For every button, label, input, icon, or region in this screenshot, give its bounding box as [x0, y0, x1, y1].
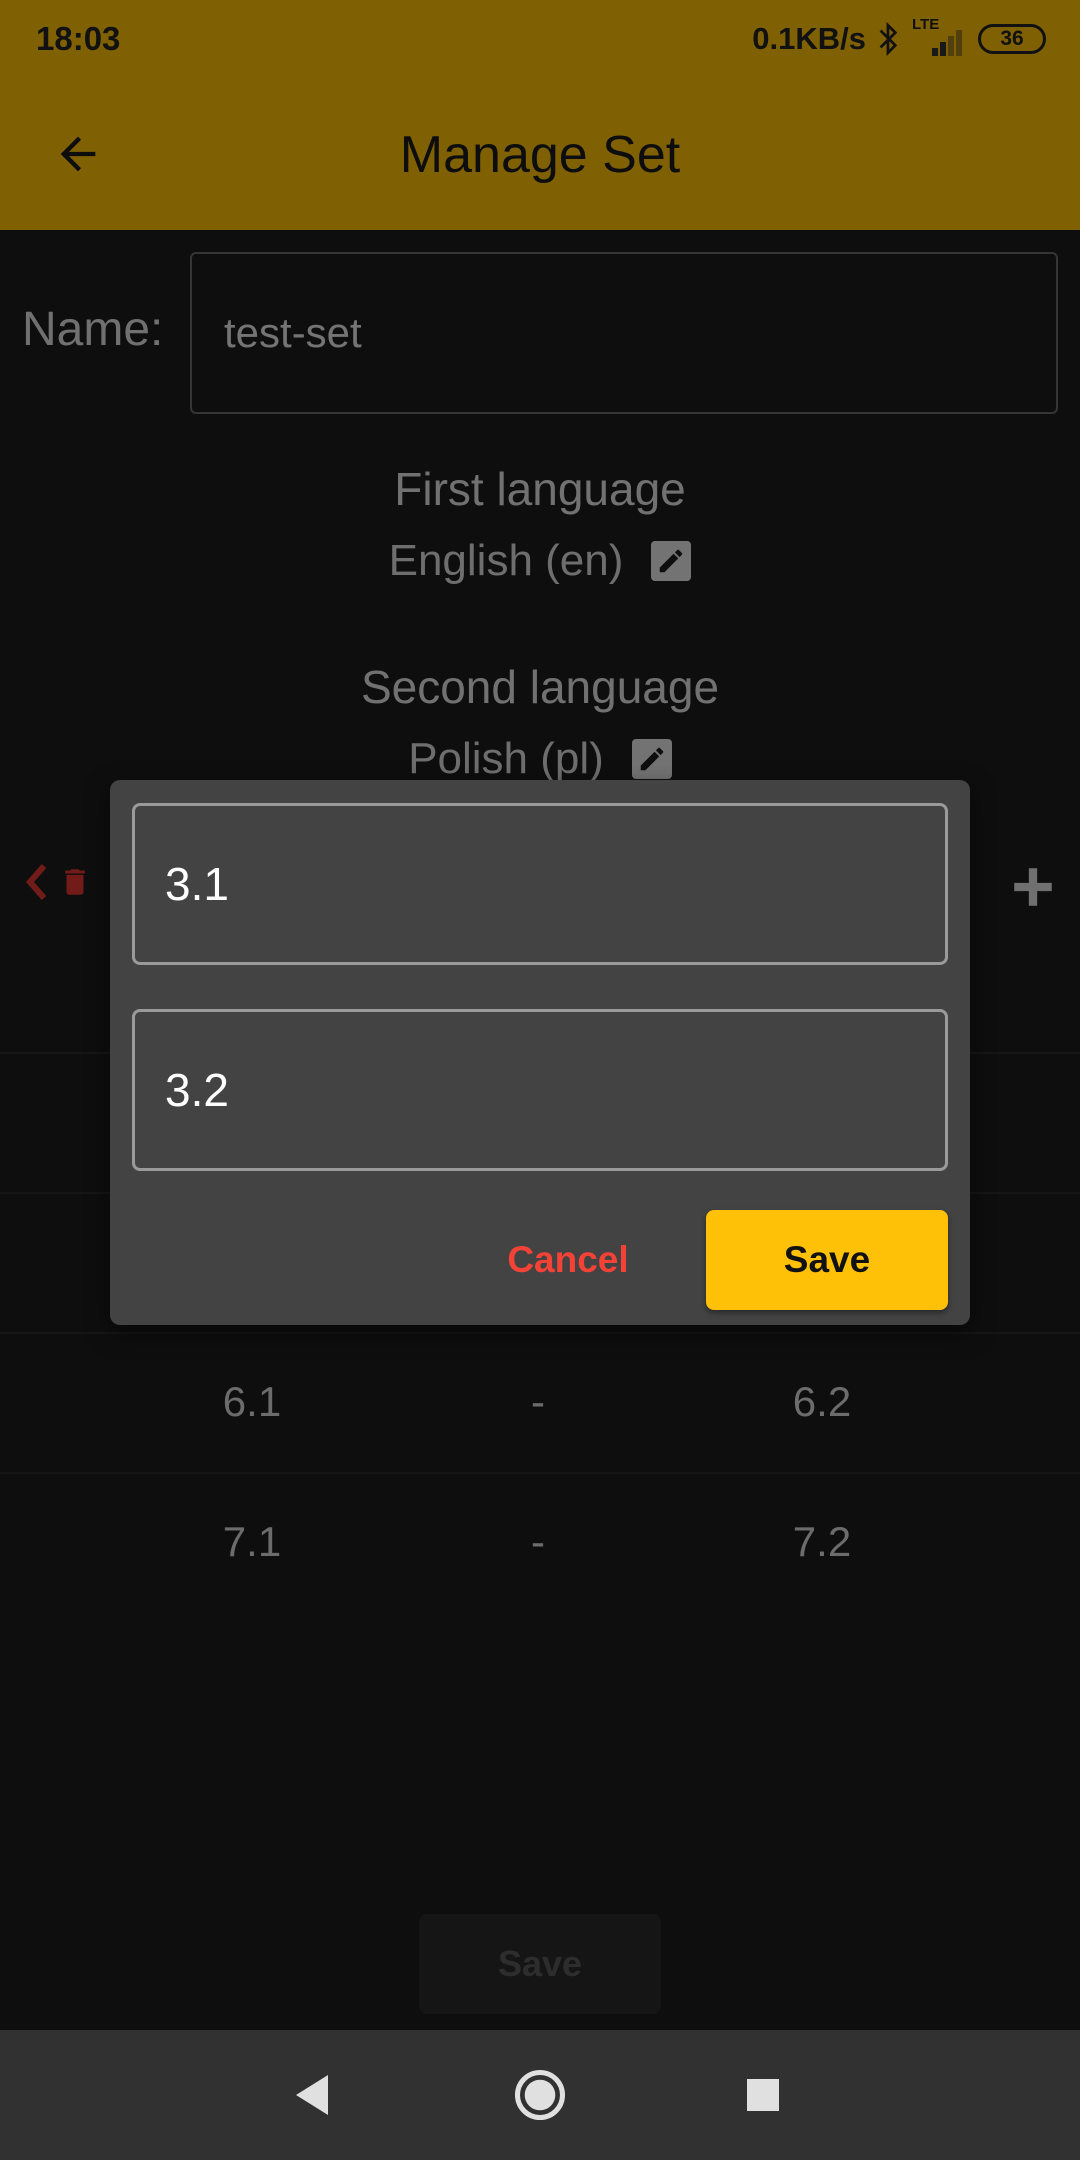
- square-recents-icon: [747, 2079, 779, 2111]
- edit-pair-dialog: Cancel Save: [110, 780, 970, 1325]
- second-word-input[interactable]: [132, 1009, 948, 1171]
- nav-back-button[interactable]: [277, 2060, 347, 2130]
- cancel-button[interactable]: Cancel: [470, 1210, 666, 1310]
- circle-home-icon: [514, 2069, 566, 2121]
- first-word-input[interactable]: [132, 803, 948, 965]
- nav-recents-button[interactable]: [728, 2060, 798, 2130]
- navigation-bar: [0, 2030, 1080, 2160]
- triangle-back-icon: [296, 2075, 328, 2115]
- screen: 18:03 0.1KB/s LTE 36 Manage Set: [0, 0, 1080, 2160]
- save-button[interactable]: Save: [706, 1210, 948, 1310]
- nav-home-button[interactable]: [505, 2060, 575, 2130]
